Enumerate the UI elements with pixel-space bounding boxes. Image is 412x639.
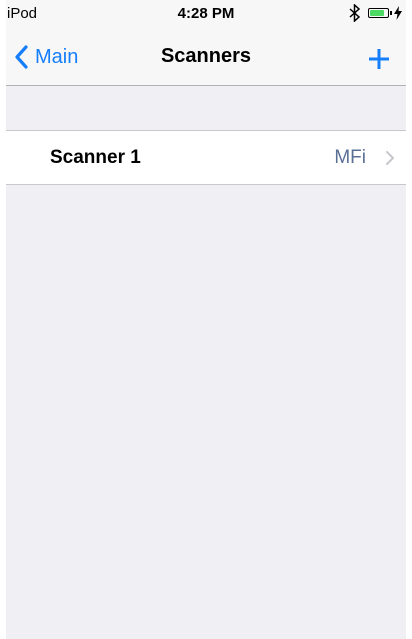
scanner-list-item[interactable]: Scanner 1 MFi [6,130,406,185]
scanner-name: Scanner 1 [50,147,141,168]
status-time: 4:28 PM [177,5,235,22]
page-title: Scanners [160,45,252,67]
battery-level [370,10,385,16]
scanners-screen: iPod 4:28 PM Main Scanners Scanner 1 MFi [6,0,406,639]
bluetooth-icon [349,4,361,22]
add-scanner-button[interactable] [366,46,392,72]
battery-icon [368,8,389,18]
plus-icon [369,49,389,69]
charging-icon [394,6,402,20]
chevron-right-icon [386,151,394,165]
navigation-bar: Main Scanners [6,28,406,86]
battery-tip [390,11,392,15]
status-bar: iPod 4:28 PM [6,0,406,28]
scanner-connection-type: MFi [334,147,366,168]
